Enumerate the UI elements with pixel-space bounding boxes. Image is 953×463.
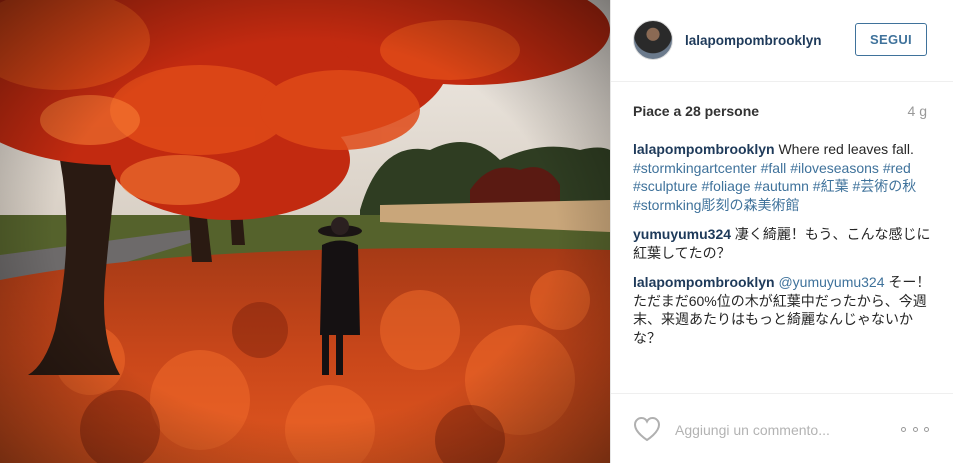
more-options-icon[interactable] [901,420,929,438]
hashtag[interactable]: #sculpture [633,178,698,194]
dot [924,426,929,432]
heart-icon[interactable] [633,416,661,442]
post-footer [611,393,953,463]
post-timestamp[interactable]: 4 g [908,103,927,119]
avatar[interactable] [633,20,673,60]
instagram-post: lalapompombrooklyn SEGUI Piace a 28 pers… [0,0,953,463]
post-header: lalapompombrooklyn SEGUI [611,0,953,82]
comment-mention[interactable]: @yumuyumu324 [775,274,884,290]
hashtag[interactable]: #stormkingartcenter [633,160,757,176]
caption: lalapompombrooklyn Where red leaves fall… [633,140,933,214]
comment-input[interactable] [673,418,897,442]
comment-item: yumuyumu324 凄く綺麗！もう、こんな感じに紅葉してたの？ [633,225,933,262]
hashtag[interactable]: #iloveseasons [790,160,879,176]
hashtag[interactable]: #芸術の秋 [852,178,916,194]
hashtag[interactable]: #foliage [701,178,750,194]
autumn-scene-illustration [0,0,610,463]
comment-item: lalapompombrooklyn @yumuyumu324 そー！ただまだ6… [633,273,933,347]
post-photo[interactable] [0,0,610,463]
dot [901,426,906,432]
hashtag[interactable]: #fall [761,160,787,176]
likes-count[interactable]: Piace a 28 persone [633,103,759,119]
caption-text: Where red leaves fall. [774,141,914,157]
comments-list: lalapompombrooklyn Where red leaves fall… [633,140,933,358]
hashtag[interactable]: #stormking彫刻の森美術館 [633,197,799,213]
post-side-panel: lalapompombrooklyn SEGUI Piace a 28 pers… [610,0,953,463]
hashtag[interactable]: #autumn [754,178,808,194]
comment-username[interactable]: lalapompombrooklyn [633,274,775,290]
caption-username[interactable]: lalapompombrooklyn [633,141,775,157]
comment-username[interactable]: yumuyumu324 [633,226,731,242]
hashtag[interactable]: #red [883,160,911,176]
dot [912,426,918,432]
hashtag[interactable]: #紅葉 [813,178,849,194]
follow-button[interactable]: SEGUI [855,23,927,56]
author-username[interactable]: lalapompombrooklyn [685,33,822,48]
